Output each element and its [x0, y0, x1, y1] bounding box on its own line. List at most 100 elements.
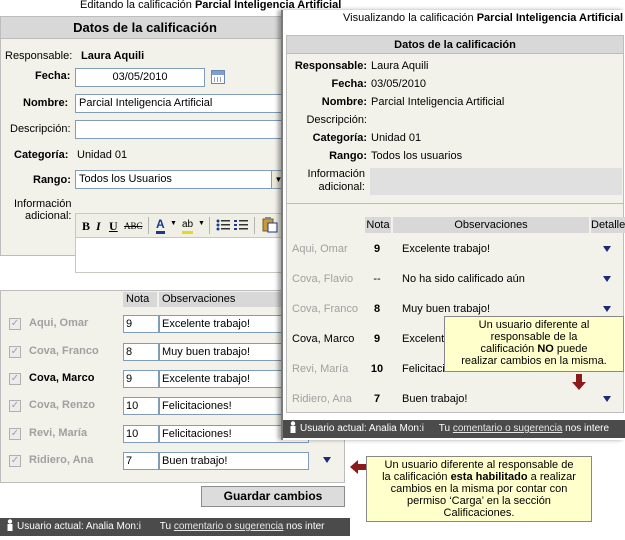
view-rango-label: Rango: [329, 150, 367, 162]
edit-statusbar: Usuario actual: Analia Mon:i Tu comentar… [0, 518, 350, 536]
observaciones-input[interactable]: Buen trabajo! [159, 452, 309, 470]
student-name: Cova, Marco [292, 333, 355, 345]
student-name: Aqui, Omar [292, 243, 348, 255]
nota-input[interactable]: 9 [123, 370, 159, 388]
view-note-line: Un usuario diferente al [478, 319, 590, 331]
edit-note-line: Un usuario diferente al responsable de [384, 459, 574, 471]
view-nota-header: Nota [365, 217, 391, 233]
editor-toolbar: B I U ABC A ▼ ab ▼ [75, 213, 285, 237]
edit-note: Un usuario diferente al responsable de l… [366, 456, 592, 522]
nota-value: 10 [370, 363, 384, 375]
view-header: Datos de la calificación [287, 36, 623, 54]
fecha-field[interactable]: 03/05/2010 [75, 68, 205, 87]
checkbox-icon[interactable]: ✓ [9, 400, 21, 412]
toolbar-divider [209, 217, 210, 234]
view-nombre-value: Parcial Inteligencia Artificial [371, 96, 505, 108]
observaciones-value: Excelente trabajo! [402, 333, 444, 345]
paste-icon[interactable] [262, 217, 278, 233]
view-responsable-label: Responsable: [294, 60, 367, 72]
calendar-icon[interactable] [211, 70, 225, 84]
toolbar-divider [148, 217, 149, 234]
font-color-icon[interactable]: A [156, 218, 165, 234]
info-label-1: Información [14, 198, 72, 210]
font-color-dropdown-icon[interactable]: ▼ [170, 220, 177, 227]
detail-triangle-icon[interactable] [603, 276, 611, 282]
nota-header: Nota [123, 292, 157, 307]
view-descripcion-label: Descripción: [306, 114, 367, 126]
nota-input[interactable]: 9 [123, 315, 159, 333]
suggestion-link[interactable]: comentario o sugerencia [174, 521, 284, 532]
detail-triangle-icon[interactable] [603, 306, 611, 312]
observaciones-value: Felicitaciones! [402, 363, 444, 375]
underline-button[interactable]: U [109, 218, 118, 234]
detail-triangle-icon[interactable] [323, 457, 331, 463]
observaciones-value: No ha sido calificado aún [402, 273, 525, 285]
rango-label: Rango: [33, 174, 71, 186]
nota-value: 9 [373, 243, 381, 255]
student-name: Cova, Marco [29, 372, 95, 384]
student-name: Ridiero, Ana [29, 454, 94, 466]
info-label-2: adicional: [25, 210, 72, 222]
table-row: Ridiero, Ana 7 Buen trabajo! [287, 390, 625, 410]
view-data-section: Datos de la calificación Responsable: La… [286, 35, 624, 210]
status-user: Usuario actual: Analia Mon:i [300, 423, 424, 434]
status-user: Usuario actual: Analia Mon:i [17, 521, 141, 532]
descripcion-field[interactable] [75, 120, 285, 139]
detail-triangle-icon[interactable] [603, 396, 611, 402]
highlight-icon[interactable]: ab [182, 218, 194, 234]
bold-button[interactable]: B [82, 218, 90, 234]
categoria-value: Unidad 01 [77, 149, 128, 161]
view-note: Un usuario diferente al responsable de l… [444, 316, 624, 372]
table-row: ✓ Ridiero, Ana 7 Buen trabajo! [1, 451, 346, 473]
nota-value: 9 [373, 333, 381, 345]
view-note-line: realizar cambios en la misma. [461, 355, 607, 367]
nota-input[interactable]: 7 [123, 452, 159, 470]
detail-triangle-icon[interactable] [603, 246, 611, 252]
student-name: Cova, Flavio [292, 273, 354, 285]
italic-button[interactable]: I [96, 218, 101, 234]
nota-input[interactable]: 8 [123, 343, 159, 361]
view-caption-title: Parcial Inteligencia Artificial [476, 12, 624, 24]
categoria-label: Categoría: [14, 149, 69, 161]
view-caption-prefix: Visualizando la calificación [343, 12, 474, 24]
toolbar-divider [254, 217, 255, 234]
red-arrow-icon [350, 460, 366, 474]
view-info-label-1: Información [307, 168, 365, 180]
rango-select[interactable]: Todos los Usuarios [75, 170, 285, 189]
save-button[interactable]: Guardar cambios [201, 486, 345, 507]
edit-note-line: cambios en la misma por contar con [390, 483, 568, 495]
student-name: Cova, Renzo [29, 399, 96, 411]
view-info-box [370, 168, 622, 195]
checkbox-icon[interactable]: ✓ [9, 318, 21, 330]
table-row: Aqui, Omar 9 Excelente trabajo! [287, 240, 625, 260]
view-rango-value: Todos los usuarios [371, 150, 463, 162]
user-icon [290, 421, 296, 433]
edit-note-line: Calificaciones. [443, 507, 515, 519]
highlight-dropdown-icon[interactable]: ▼ [198, 220, 205, 227]
numbered-list-icon[interactable] [234, 218, 248, 232]
view-note-text: calificación [480, 343, 535, 355]
red-arrow-icon [572, 374, 586, 390]
view-note-text: puede [556, 343, 588, 355]
bullet-list-icon[interactable] [216, 218, 230, 232]
nota-input[interactable]: 10 [123, 397, 159, 415]
nota-input[interactable]: 10 [123, 425, 159, 443]
checkbox-icon[interactable]: ✓ [9, 428, 21, 440]
checkbox-icon[interactable]: ✓ [9, 346, 21, 358]
student-name: Aqui, Omar [29, 317, 89, 329]
suggestion-link[interactable]: comentario o sugerencia [453, 423, 563, 434]
edit-note-line: la calificación esta habilitado a realiz… [370, 471, 588, 483]
checkbox-icon[interactable]: ✓ [9, 455, 21, 467]
nombre-field[interactable]: Parcial Inteligencia Artificial [75, 94, 285, 113]
observaciones-value: Buen trabajo! [402, 393, 468, 405]
nota-value: 8 [373, 303, 381, 315]
info-editor[interactable] [75, 237, 285, 273]
student-name: Revi, María [292, 363, 349, 375]
status-prefix: Tu [438, 423, 451, 434]
view-panel: Visualizando la calificación Parcial Int… [281, 10, 625, 440]
strike-button[interactable]: ABC [124, 218, 143, 234]
user-icon [7, 519, 13, 531]
status-prefix: Tu [159, 521, 172, 532]
view-statusbar: Usuario actual: Analia Mon:i Tu comentar… [283, 420, 625, 438]
checkbox-icon[interactable]: ✓ [9, 373, 21, 385]
